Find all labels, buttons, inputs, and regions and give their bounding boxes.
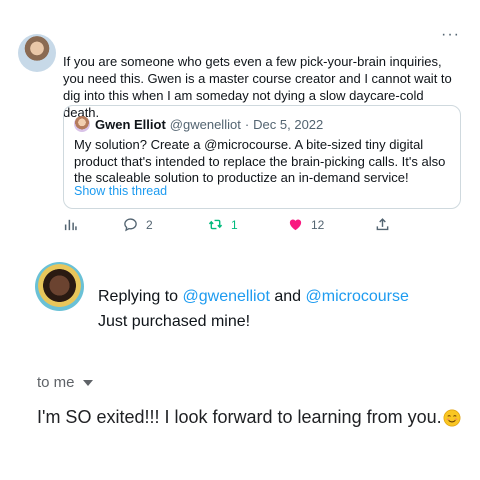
retweet-count: 1 (231, 217, 238, 232)
retweet-button[interactable]: 1 (208, 217, 238, 232)
views-button[interactable] (63, 217, 78, 232)
mention-microcourse[interactable]: @microcourse (306, 288, 409, 305)
reply-icon (124, 218, 137, 232)
share-icon (376, 218, 389, 231)
email-body: I'm SO exited!!! I look forward to learn… (37, 407, 461, 428)
reply-author-avatar[interactable] (35, 262, 84, 311)
quoted-tweet-text: My solution? Create a @microcourse. A bi… (74, 137, 446, 185)
more-options-icon[interactable]: ··· (441, 27, 460, 43)
analytics-icon (64, 219, 77, 231)
quoted-author-handle[interactable]: @gwenelliot (170, 117, 241, 132)
email-body-text: I'm SO exited!!! I look forward to learn… (37, 407, 442, 427)
recipient-label: to me (37, 374, 75, 391)
tweet-card: ··· If you are someone who gets even a f… (0, 0, 480, 250)
heart-icon (289, 219, 302, 231)
retweet-icon (208, 219, 223, 230)
quoted-tweet[interactable]: Gwen Elliot @gwenelliot · Dec 5, 2022 My… (63, 105, 461, 209)
quoted-author-name[interactable]: Gwen Elliot (95, 117, 166, 132)
smiling-face-emoji-icon (443, 409, 461, 426)
and-label: and (274, 288, 302, 305)
author-avatar[interactable] (18, 34, 56, 72)
replying-to-label: Replying to (98, 288, 179, 305)
recipient-details-toggle[interactable]: to me (37, 374, 93, 391)
like-count: 12 (311, 217, 325, 232)
show-thread-link[interactable]: Show this thread (74, 184, 167, 198)
reply-button[interactable]: 2 (123, 217, 153, 232)
caret-down-icon (82, 379, 93, 386)
reply-count: 2 (146, 217, 153, 232)
like-button[interactable]: 12 (288, 217, 324, 232)
tweet-actions: 2 1 12 (63, 217, 393, 235)
share-button[interactable] (375, 217, 390, 232)
quoted-tweet-date[interactable]: Dec 5, 2022 (253, 117, 323, 132)
reply-text: Just purchased mine! (98, 313, 251, 330)
mention-gwenelliot[interactable]: @gwenelliot (183, 288, 270, 305)
quoted-author-avatar[interactable] (74, 116, 90, 132)
quoted-tweet-header: Gwen Elliot @gwenelliot · Dec 5, 2022 (74, 116, 323, 132)
replying-to-line: Replying to @gwenelliot and @microcourse (98, 288, 409, 306)
separator-dot: · (244, 116, 250, 132)
